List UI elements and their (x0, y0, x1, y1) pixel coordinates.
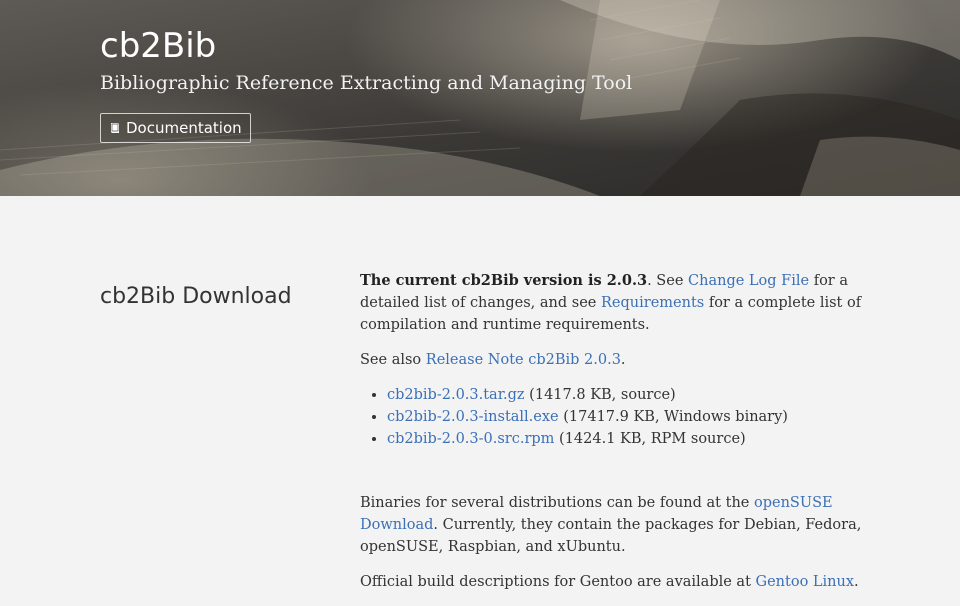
release-note-link[interactable]: Release Note cb2Bib 2.0.3 (426, 352, 621, 368)
period-text: . (620, 352, 626, 368)
site-title: cb2Bib (100, 26, 217, 66)
list-item: cb2bib-2.0.3-install.exe (17417.9 KB, Wi… (387, 406, 870, 428)
download-heading: cb2Bib Download (100, 284, 292, 309)
tarball-download-link[interactable]: cb2bib-2.0.3.tar.gz (387, 387, 525, 403)
binaries-text: . Currently, they contain the packages f… (360, 517, 862, 555)
current-version-text: The current cb2Bib version is 2.0.3 (360, 272, 648, 289)
download-file-list: cb2bib-2.0.3.tar.gz (1417.8 KB, source) … (360, 384, 870, 450)
requirements-link[interactable]: Requirements (601, 295, 704, 311)
src-rpm-download-link[interactable]: cb2bib-2.0.3-0.src.rpm (387, 431, 554, 447)
gentoo-text: . (854, 574, 859, 590)
intro-text: . See (647, 273, 689, 289)
changelog-link[interactable]: Change Log File (688, 273, 809, 289)
binaries-text: Binaries for several distributions can b… (360, 495, 754, 511)
binaries-paragraph: Binaries for several distributions can b… (360, 492, 870, 558)
see-also-text: See also (360, 352, 426, 368)
intro-paragraph: The current cb2Bib version is 2.0.3. See… (360, 270, 870, 336)
gentoo-paragraph: Official build descriptions for Gentoo a… (360, 571, 870, 593)
hero-banner: cb2Bib Bibliographic Reference Extractin… (0, 0, 960, 196)
gentoo-linux-link[interactable]: Gentoo Linux (756, 574, 855, 590)
download-content: The current cb2Bib version is 2.0.3. See… (360, 270, 870, 606)
gentoo-text: Official build descriptions for Gentoo a… (360, 574, 756, 590)
see-also-paragraph: See also Release Note cb2Bib 2.0.3. (360, 349, 870, 371)
documentation-button-label: Documentation (126, 119, 242, 137)
list-item: cb2bib-2.0.3.tar.gz (1417.8 KB, source) (387, 384, 870, 406)
site-subtitle: Bibliographic Reference Extracting and M… (100, 72, 633, 94)
file-description: (1424.1 KB, RPM source) (554, 431, 746, 447)
file-description: (1417.8 KB, source) (524, 387, 676, 403)
documentation-button[interactable]: Documentation (100, 113, 251, 143)
list-item: cb2bib-2.0.3-0.src.rpm (1424.1 KB, RPM s… (387, 428, 870, 450)
file-description: (17417.9 KB, Windows binary) (558, 409, 788, 425)
windows-installer-download-link[interactable]: cb2bib-2.0.3-install.exe (387, 409, 559, 425)
book-icon (111, 123, 119, 133)
